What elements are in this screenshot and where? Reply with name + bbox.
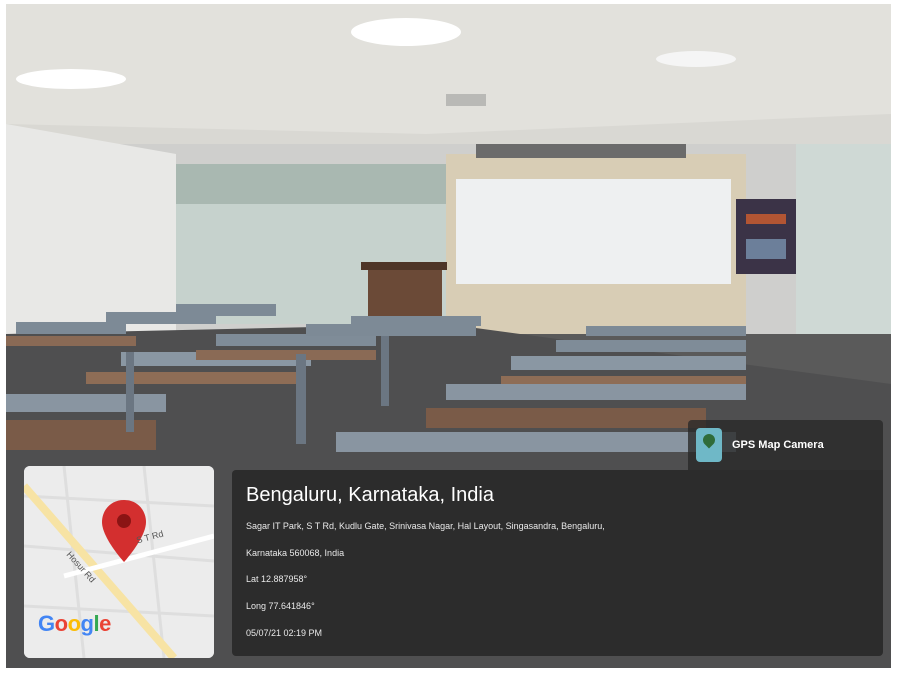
datetime: 05/07/21 02:19 PM [246, 628, 323, 638]
longitude: Long 77.641846° [246, 601, 315, 611]
poster [736, 199, 796, 274]
badge-label: GPS Map Camera [732, 439, 824, 451]
google-logo: Google [38, 611, 111, 636]
gps-map-camera-badge: GPS Map Camera [688, 420, 883, 470]
location-title: Bengaluru, Karnataka, India [246, 484, 494, 506]
ceiling-light [656, 51, 736, 67]
address-line-1: Sagar IT Park, S T Rd, Kudlu Gate, Srini… [246, 521, 605, 531]
location-info-panel: Bengaluru, Karnataka, India Sagar IT Par… [232, 470, 883, 656]
map-pin-icon [696, 428, 722, 462]
projector [446, 94, 486, 106]
ceiling-light [351, 18, 461, 46]
mini-map: Hosur Rd S T Rd Google [24, 466, 214, 658]
whiteboard [456, 179, 731, 284]
ceiling-light [16, 69, 126, 89]
address-line-2: Karnataka 560068, India [246, 548, 345, 558]
latitude: Lat 12.887958° [246, 574, 308, 584]
projector-screen [476, 144, 686, 158]
